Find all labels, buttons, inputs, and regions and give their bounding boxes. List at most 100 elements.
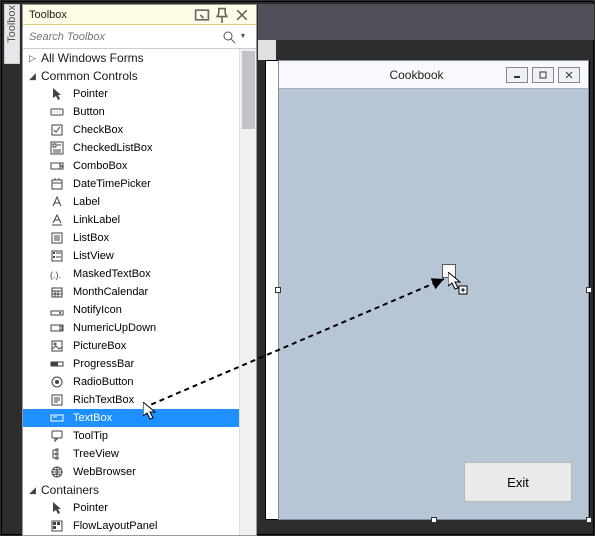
search-dropdown-icon[interactable]: ▼ — [236, 30, 250, 44]
document-tab-sliver[interactable] — [258, 40, 276, 60]
toolbox-item[interactable]: TreeView — [23, 445, 239, 463]
toolbox-item-label: ListBox — [73, 232, 109, 244]
toolbox-side-tab-label: Toolbox — [6, 5, 18, 49]
exit-button-label: Exit — [507, 475, 529, 490]
checkedlistbox-icon — [49, 141, 65, 155]
toolbox-item[interactable]: ComboBox — [23, 157, 239, 175]
toolbox-item-label: ToolTip — [73, 430, 108, 442]
window-position-icon[interactable] — [194, 8, 210, 22]
toolbox-item[interactable]: Button — [23, 103, 239, 121]
toolbox-item[interactable]: FlowLayoutPanel — [23, 517, 239, 535]
form-designer[interactable]: Cookbook Exit — [278, 60, 589, 520]
toolbox-item[interactable]: ToolTip — [23, 427, 239, 445]
toolbox-item[interactable]: ListBox — [23, 229, 239, 247]
toolbox-item[interactable]: RadioButton — [23, 373, 239, 391]
toolbox-item-label: ListView — [73, 250, 114, 262]
toolbox-item[interactable]: ProgressBar — [23, 355, 239, 373]
scrollbar-thumb[interactable] — [242, 51, 255, 129]
exit-button[interactable]: Exit — [464, 462, 572, 502]
toolbox-item[interactable]: Label — [23, 193, 239, 211]
toolbox-item[interactable]: Pointer — [23, 85, 239, 103]
selection-handle[interactable] — [586, 517, 592, 523]
form-title: Cookbook — [327, 68, 506, 82]
toolbox-side-tab[interactable]: Toolbox — [4, 4, 20, 64]
toolbox-search[interactable]: ▼ — [23, 25, 256, 49]
webbrowser-icon — [49, 465, 65, 479]
toolbox-item[interactable]: LinkLabel — [23, 211, 239, 229]
close-button[interactable] — [558, 67, 580, 83]
button-icon — [49, 105, 65, 119]
svg-text:(.).: (.). — [50, 270, 61, 280]
category-label: All Windows Forms — [41, 51, 144, 65]
datetimepicker-icon — [49, 177, 65, 191]
toolbox-item[interactable]: CheckedListBox — [23, 139, 239, 157]
search-icon[interactable] — [222, 30, 236, 44]
pointer-icon — [49, 87, 65, 101]
toolbox-item[interactable]: Pointer — [23, 499, 239, 517]
toolbox-list: ▷All Windows Forms◢Common ControlsPointe… — [23, 49, 256, 535]
toolbox-item-label: TreeView — [73, 448, 119, 460]
linklabel-icon — [49, 213, 65, 227]
toolbox-item[interactable]: (.). MaskedTextBox — [23, 265, 239, 283]
toolbox-item[interactable]: NotifyIcon — [23, 301, 239, 319]
toolbox-panel: Toolbox ▼ ▷All Windows Forms◢Common Cont… — [22, 4, 257, 536]
pointer-icon — [49, 501, 65, 515]
toolbox-item-label: Label — [73, 196, 100, 208]
toolbox-category[interactable]: ▷ All Windows Forms — [23, 49, 239, 67]
pin-icon[interactable] — [214, 8, 230, 22]
toolbox-item-label: FlowLayoutPanel — [73, 520, 157, 532]
minimize-button[interactable] — [506, 67, 528, 83]
maskedtextbox-icon: (.). — [49, 267, 65, 281]
radiobutton-icon — [49, 375, 65, 389]
tooltip-icon — [49, 429, 65, 443]
toolbox-item-label: Pointer — [73, 88, 108, 100]
toolbox-item-label: MonthCalendar — [73, 286, 148, 298]
toolbox-item[interactable]: ListView — [23, 247, 239, 265]
toolbox-item[interactable]: NumericUpDown — [23, 319, 239, 337]
search-input[interactable] — [29, 31, 222, 43]
toolbox-item[interactable]: WebBrowser — [23, 463, 239, 481]
toolbox-category[interactable]: ◢ Containers — [23, 481, 239, 499]
checkbox-icon — [49, 123, 65, 137]
listbox-icon — [49, 231, 65, 245]
toolbox-item-label: MaskedTextBox — [73, 268, 151, 280]
toolbox-item[interactable]: PictureBox — [23, 337, 239, 355]
category-label: Common Controls — [41, 69, 138, 83]
label-icon — [49, 195, 65, 209]
toolbox-item[interactable]: RichTextBox — [23, 391, 239, 409]
selection-handle[interactable] — [431, 517, 437, 523]
listview-icon — [49, 249, 65, 263]
close-icon[interactable] — [234, 8, 250, 22]
toolbox-category[interactable]: ◢Common Controls — [23, 67, 239, 85]
toolbox-item[interactable]: TextBox — [23, 409, 239, 427]
toolbox-item-label: CheckBox — [73, 124, 123, 136]
toolbox-item-label: RadioButton — [73, 376, 134, 388]
picturebox-icon — [49, 339, 65, 353]
progressbar-icon — [49, 357, 65, 371]
selection-handle[interactable] — [586, 287, 592, 293]
toolbox-item-label: NotifyIcon — [73, 304, 122, 316]
toolbox-item[interactable]: CheckBox — [23, 121, 239, 139]
notifyicon-icon — [49, 303, 65, 317]
toolbox-item-label: WebBrowser — [73, 466, 136, 478]
toolbox-item-label: Button — [73, 106, 105, 118]
selection-handle[interactable] — [275, 287, 281, 293]
numericupdown-icon — [49, 321, 65, 335]
toolbox-header: Toolbox — [23, 5, 256, 25]
toolbox-item[interactable]: DateTimePicker — [23, 175, 239, 193]
toolbox-title: Toolbox — [29, 9, 190, 21]
drag-ghost-placeholder — [442, 264, 456, 278]
toolbox-scrollbar[interactable] — [239, 49, 256, 535]
maximize-button[interactable] — [532, 67, 554, 83]
combobox-icon — [49, 159, 65, 173]
toolbox-item-label: TextBox — [73, 412, 112, 424]
toolbox-item[interactable]: MonthCalendar — [23, 283, 239, 301]
toolbox-item-label: CheckedListBox — [73, 142, 153, 154]
toolbox-item-label: ProgressBar — [73, 358, 134, 370]
chevron-right-icon: ▷ — [29, 53, 37, 64]
chevron-down-icon: ◢ — [29, 485, 37, 496]
category-label: Containers — [41, 483, 99, 497]
toolbox-item-label: NumericUpDown — [73, 322, 156, 334]
toolbox-item-label: DateTimePicker — [73, 178, 151, 190]
toolbox-item-label: PictureBox — [73, 340, 126, 352]
